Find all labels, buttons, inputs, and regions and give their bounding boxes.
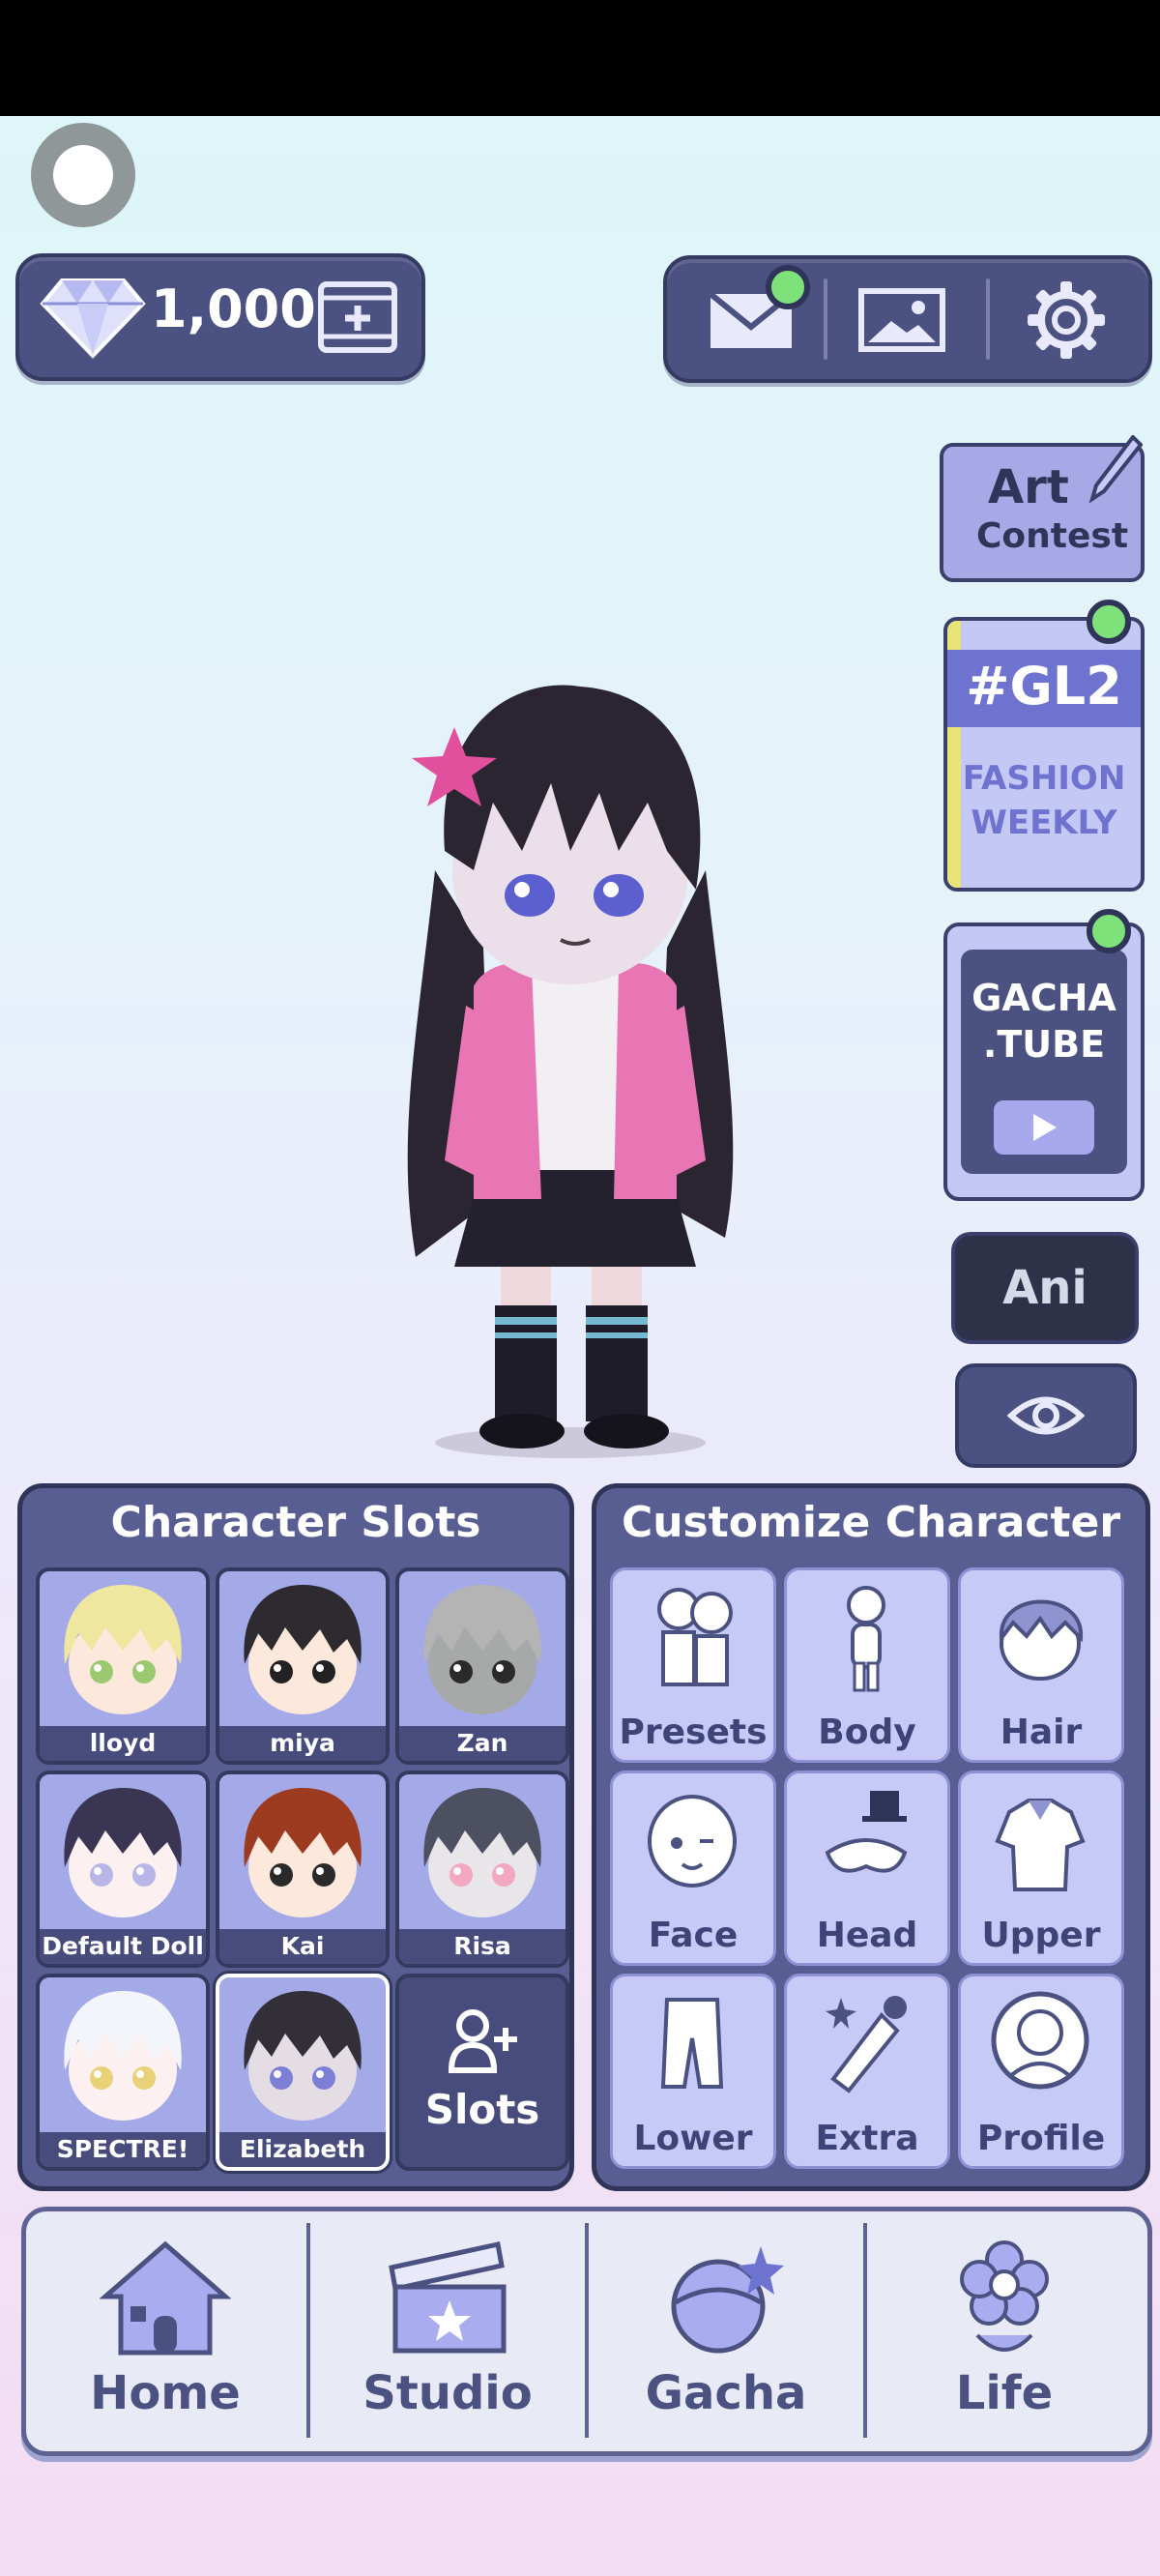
face-icon [648, 1795, 737, 1888]
customize-profile-button[interactable]: Profile [958, 1974, 1124, 2169]
body-icon [847, 1586, 885, 1692]
character-slots-panel: Character Slots lloyd miya Zan Default Doll… [17, 1483, 574, 2191]
character-slot-name: lloyd [40, 1726, 206, 1761]
customize-label: Upper [981, 1916, 1101, 1955]
gl2-notification-dot [1087, 600, 1131, 644]
nav-life[interactable]: Life [865, 2211, 1144, 2451]
customize-face-button[interactable]: Face [610, 1771, 776, 1966]
character-slot-name: miya [219, 1726, 386, 1761]
image-icon [858, 288, 945, 352]
gacha-ball-icon [671, 2246, 784, 2354]
customize-upper-button[interactable]: Upper [958, 1771, 1124, 1966]
customize-label: Profile [976, 2119, 1106, 2158]
character-slots-title: Character Slots [110, 1498, 481, 1547]
customize-hair-button[interactable]: Hair [958, 1567, 1124, 1763]
presets-icon [657, 1588, 733, 1686]
character-portrait [64, 1585, 182, 1714]
nav-life-label: Life [955, 2366, 1054, 2420]
character-portrait [64, 1991, 182, 2121]
character-slot-name: Kai [219, 1929, 386, 1964]
upper-icon [995, 1799, 1086, 1891]
head-icon [825, 1791, 908, 1873]
character-portrait [244, 1991, 362, 2121]
gacha-tube-button[interactable]: GACHA .TUBE [943, 922, 1145, 1201]
character-slot-name: Risa [399, 1929, 566, 1964]
bottom-navigation: Home Studio Gacha Life [21, 2207, 1152, 2456]
status-bar [0, 0, 1160, 116]
gl2-subtitle: FASHION WEEKLY [962, 759, 1126, 842]
record-button[interactable] [31, 123, 135, 227]
character-slot-name: Zan [399, 1726, 566, 1761]
add-gems-video-icon[interactable] [317, 280, 398, 354]
art-contest-title: Art [988, 460, 1069, 514]
customize-lower-button[interactable]: Lower [610, 1974, 776, 2169]
lower-icon [660, 1998, 724, 2089]
gl2-title: #GL2 [966, 656, 1122, 717]
character-slot[interactable]: Default Doll [36, 1771, 210, 1968]
character-slot[interactable]: miya [216, 1567, 390, 1765]
pencil-icon [1088, 435, 1143, 503]
character-slot-name: Elizabeth [219, 2132, 386, 2167]
nav-gacha-label: Gacha [645, 2366, 807, 2420]
customize-label: Presets [619, 1712, 768, 1752]
eye-icon [1007, 1396, 1085, 1435]
nav-home[interactable]: Home [26, 2211, 304, 2451]
character-slot[interactable]: Risa [395, 1771, 569, 1968]
customize-character-panel: Customize Character Presets Body Hair Face H… [592, 1483, 1150, 2191]
character-portrait [244, 1788, 362, 1917]
gacha-tube-notification-dot [1087, 909, 1131, 953]
character-portrait [423, 1585, 541, 1714]
customize-head-button[interactable]: Head [784, 1771, 950, 1966]
top-toolbar [663, 255, 1152, 383]
play-icon [994, 1100, 1094, 1155]
gacha-tube-title: GACHA .TUBE [972, 977, 1116, 1066]
customize-label: Lower [633, 2119, 753, 2158]
gl2-fashion-weekly-button[interactable]: #GL2 FASHION WEEKLY [943, 617, 1145, 892]
nav-home-label: Home [90, 2366, 241, 2420]
character-slot[interactable]: Elizabeth [216, 1974, 390, 2171]
character-slot-name: Default Doll [40, 1929, 206, 1964]
customize-label: Head [816, 1916, 918, 1955]
nav-studio-label: Studio [362, 2366, 533, 2420]
gem-count: 1,000 [151, 278, 316, 339]
gallery-button[interactable] [839, 277, 965, 364]
customize-label: Body [818, 1712, 916, 1752]
currency-panel: 1,000 [15, 253, 425, 381]
nav-studio[interactable]: Studio [308, 2211, 587, 2451]
character-slot-name: SPECTRE! [40, 2132, 206, 2167]
character-slot[interactable]: Kai [216, 1771, 390, 1968]
art-contest-button[interactable]: Art Contest [940, 435, 1145, 582]
mail-notification-dot [766, 265, 810, 309]
extra-icon [826, 1996, 907, 2093]
customize-character-title: Customize Character [621, 1498, 1121, 1547]
customize-label: Extra [815, 2119, 919, 2158]
customize-label: Hair [1000, 1712, 1083, 1752]
customize-presets-button[interactable]: Presets [610, 1567, 776, 1763]
character-slot[interactable]: lloyd [36, 1567, 210, 1765]
nav-gacha[interactable]: Gacha [587, 2211, 865, 2451]
character-portrait [244, 1585, 362, 1714]
customize-extra-button[interactable]: Extra [784, 1974, 950, 2169]
clapperboard-icon [389, 2241, 507, 2354]
flower-icon [960, 2240, 1049, 2352]
profile-icon [991, 1991, 1089, 2090]
add-slots-label: Slots [424, 2086, 540, 2133]
customize-label: Face [648, 1916, 739, 1955]
character-slot[interactable]: Zan [395, 1567, 569, 1765]
character-slot[interactable]: SPECTRE! [36, 1974, 210, 2171]
ani-button[interactable]: Ani [951, 1232, 1139, 1344]
add-slots-button[interactable]: Slots [395, 1974, 569, 2171]
hide-ui-button[interactable] [955, 1363, 1137, 1468]
settings-button[interactable] [1003, 277, 1129, 364]
character-portrait [423, 1788, 541, 1917]
art-contest-subtitle: Contest [976, 516, 1129, 556]
add-user-icon [448, 2009, 517, 2073]
diamond-icon [40, 278, 146, 359]
customize-body-button[interactable]: Body [784, 1567, 950, 1763]
character-portrait [64, 1788, 182, 1917]
house-icon [100, 2240, 231, 2356]
gear-icon [1028, 281, 1105, 359]
hair-icon [999, 1599, 1084, 1681]
character-model[interactable] [377, 658, 764, 1470]
